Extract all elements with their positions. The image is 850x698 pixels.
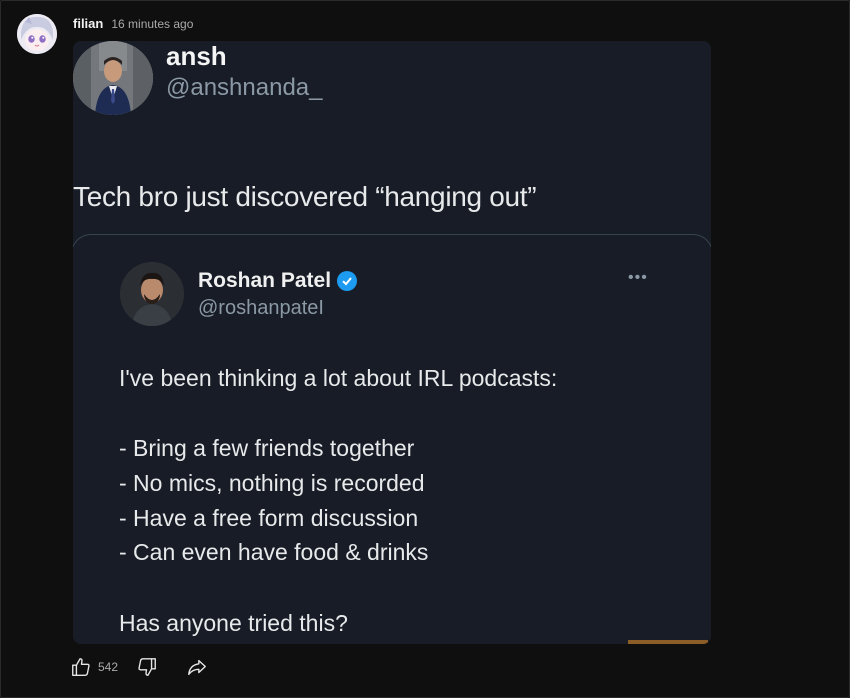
author-name[interactable]: filian (73, 16, 103, 31)
tweet-screenshot: ansh @anshnanda_ Tech bro just discovere… (73, 41, 711, 644)
dislike-button[interactable] (136, 656, 158, 678)
quoted-line: - Have a free form discussion (119, 505, 419, 531)
like-count: 542 (98, 660, 119, 674)
thumbs-up-icon (72, 658, 90, 676)
quoted-line: Has anyone tried this? (119, 610, 348, 636)
quoted-author-label: Roshan Patel (198, 269, 332, 292)
quoted-author-handle: @roshanpateI (198, 297, 324, 319)
like-button[interactable] (70, 656, 92, 678)
post-time[interactable]: 16 minutes ago (111, 17, 193, 31)
thumbs-down-icon (138, 658, 156, 676)
quoted-line: - Can even have food & drinks (119, 539, 429, 565)
quoted-line: - No mics, nothing is recorded (119, 470, 425, 496)
verified-badge-icon (337, 271, 358, 291)
tweet-avatar (73, 41, 153, 115)
quoted-avatar (120, 262, 184, 326)
quoted-line: I've been thinking a lot about IRL podca… (119, 365, 558, 391)
share-icon (188, 659, 206, 676)
more-options-icon: ••• (628, 269, 648, 286)
quoted-tweet: Roshan Patel @roshanpateI ••• I've been … (73, 234, 711, 644)
quoted-author-name: Roshan Patel (198, 269, 358, 293)
share-button[interactable] (186, 656, 208, 678)
quoted-line: - Bring a few friends together (119, 435, 415, 461)
post-image[interactable]: ansh @anshnanda_ Tech bro just discovere… (73, 41, 711, 644)
post-header: filian 16 minutes ago (73, 16, 193, 31)
tweet-text: Tech bro just discovered “hanging out” (73, 181, 537, 212)
tweet-author-name: ansh (166, 41, 227, 71)
avatar[interactable] (17, 14, 57, 54)
cropped-banner (628, 640, 708, 644)
post-actions: 542 (70, 656, 208, 678)
tweet-author-handle: @anshnanda_ (166, 74, 323, 101)
